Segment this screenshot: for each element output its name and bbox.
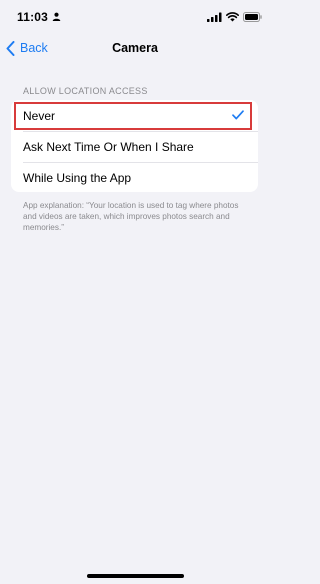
app-explanation: App explanation: “Your location is used … [23,201,239,232]
option-label: Ask Next Time Or When I Share [23,140,194,154]
option-while-using[interactable]: While Using the App [11,162,258,193]
status-bar: 11:03 [0,0,270,34]
page-title: Camera [112,41,158,55]
option-ask-next-time[interactable]: Ask Next Time Or When I Share [11,131,258,162]
battery-icon [243,12,262,22]
status-time: 11:03 [17,10,49,24]
navigation-bar: Back Camera [0,34,270,62]
signal-icon [207,12,222,22]
wifi-icon [226,12,239,22]
person-icon [52,12,61,21]
section-header: ALLOW LOCATION ACCESS [23,86,148,96]
checkmark-icon [232,110,244,120]
option-label: While Using the App [23,171,132,185]
selection-highlight-box [14,102,252,130]
home-indicator[interactable] [87,574,184,578]
